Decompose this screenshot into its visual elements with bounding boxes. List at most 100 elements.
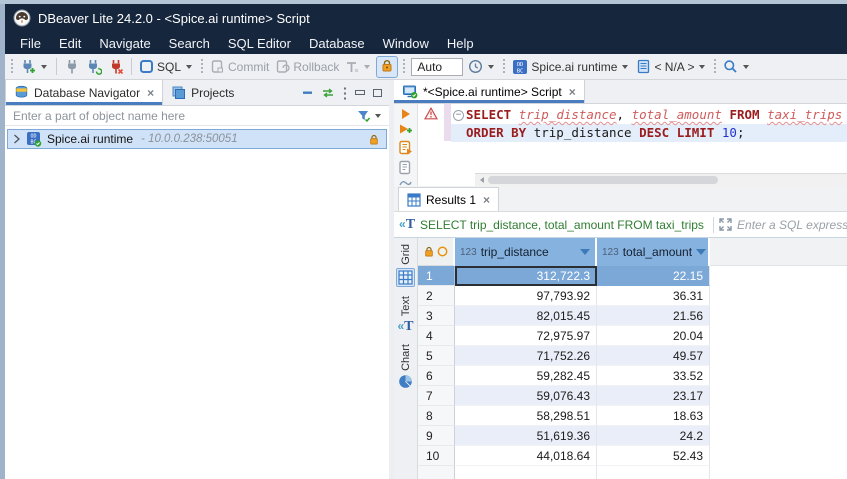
row-number[interactable]: 4 bbox=[418, 326, 455, 346]
menu-item-navigate[interactable]: Navigate bbox=[90, 36, 159, 51]
tab-projects[interactable]: Projects bbox=[163, 80, 242, 105]
row-number[interactable]: 1 bbox=[418, 266, 455, 286]
cell-total-amount[interactable]: 36.31 bbox=[597, 286, 710, 306]
cell-trip-distance[interactable]: 71,752.26 bbox=[455, 346, 597, 366]
connection-selector[interactable]: ODBC Spice.ai runtime bbox=[509, 57, 633, 77]
menu-item-window[interactable]: Window bbox=[374, 36, 438, 51]
empty-cell[interactable] bbox=[455, 466, 597, 479]
expander-chevron-icon[interactable] bbox=[13, 134, 21, 144]
scroll-left-button[interactable] bbox=[475, 174, 488, 186]
close-icon[interactable]: × bbox=[147, 86, 154, 100]
grid-row-2[interactable]: 297,793.9236.31 bbox=[418, 286, 847, 306]
menu-item-help[interactable]: Help bbox=[438, 36, 483, 51]
grid-presentation-icon[interactable] bbox=[396, 268, 415, 287]
grid-corner-cell[interactable] bbox=[418, 238, 455, 266]
cell-total-amount[interactable]: 33.52 bbox=[597, 366, 710, 386]
close-icon[interactable]: × bbox=[569, 85, 576, 99]
grid-row-8[interactable]: 858,298.5118.63 bbox=[418, 406, 847, 426]
text-presentation-icon[interactable]: «T bbox=[397, 319, 413, 335]
tab-grid-label[interactable]: Grid bbox=[400, 244, 412, 265]
title-bar[interactable]: DBeaver Lite 24.2.0 - <Spice.ai runtime>… bbox=[5, 4, 847, 32]
close-icon[interactable]: × bbox=[483, 193, 490, 207]
commit-button[interactable]: Commit bbox=[207, 57, 272, 76]
tab-chart-label[interactable]: Chart bbox=[400, 344, 412, 371]
toolbar-drag-handle[interactable] bbox=[200, 58, 204, 75]
maximize-view-icon[interactable] bbox=[373, 89, 382, 97]
sql-line-2[interactable]: ORDER BY trip_distance DESC LIMIT 10; bbox=[451, 124, 847, 142]
reconnect-button[interactable] bbox=[83, 57, 105, 77]
cell-total-amount[interactable]: 24.2 bbox=[597, 426, 710, 446]
toolbar-drag-handle[interactable] bbox=[713, 58, 717, 75]
tab-sql-script[interactable]: *<Spice.ai runtime> Script × bbox=[394, 80, 585, 103]
cell-total-amount[interactable]: 22.15 bbox=[597, 266, 710, 286]
dropdown-caret-icon[interactable] bbox=[375, 114, 381, 118]
empty-cell[interactable] bbox=[597, 466, 710, 479]
cell-trip-distance[interactable]: 72,975.97 bbox=[455, 326, 597, 346]
grid-row-4[interactable]: 472,975.9720.04 bbox=[418, 326, 847, 346]
connection-tree-item[interactable]: ODBC Spice.ai runtime - 10.0.0.238:50051 bbox=[7, 129, 387, 149]
sql-editor-button[interactable]: SQL bbox=[136, 57, 197, 76]
execute-script-button[interactable] bbox=[398, 140, 413, 155]
column-header-trip-distance[interactable]: 123 trip_distance bbox=[455, 238, 597, 266]
menu-item-database[interactable]: Database bbox=[300, 36, 374, 51]
row-number[interactable]: 2 bbox=[418, 286, 455, 306]
cell-total-amount[interactable]: 20.04 bbox=[597, 326, 710, 346]
grid-row-7[interactable]: 759,076.4323.17 bbox=[418, 386, 847, 406]
disconnect-button[interactable] bbox=[105, 57, 127, 77]
tab-database-navigator[interactable]: Database Navigator × bbox=[5, 80, 163, 105]
cell-total-amount[interactable]: 52.43 bbox=[597, 446, 710, 466]
menu-item-search[interactable]: Search bbox=[160, 36, 219, 51]
grid-row-5[interactable]: 571,752.2649.57 bbox=[418, 346, 847, 366]
schema-selector[interactable]: < N/A > bbox=[633, 57, 710, 76]
tab-results-1[interactable]: Results 1 × bbox=[398, 187, 499, 211]
scroll-thumb[interactable] bbox=[488, 176, 718, 184]
row-number[interactable]: 3 bbox=[418, 306, 455, 326]
cell-trip-distance[interactable]: 312,722.3 bbox=[455, 266, 597, 286]
commit-mode-combo[interactable]: Auto bbox=[411, 58, 463, 76]
chart-presentation-icon[interactable] bbox=[398, 374, 413, 389]
menu-item-edit[interactable]: Edit bbox=[50, 36, 90, 51]
cell-trip-distance[interactable]: 44,018.64 bbox=[455, 446, 597, 466]
new-connection-button[interactable] bbox=[17, 57, 52, 77]
toolbar-drag-handle[interactable] bbox=[402, 58, 406, 75]
cell-trip-distance[interactable]: 97,793.92 bbox=[455, 286, 597, 306]
sort-descending-icon[interactable] bbox=[580, 249, 590, 255]
menu-item-sql-editor[interactable]: SQL Editor bbox=[219, 36, 300, 51]
autocommit-lock-button[interactable] bbox=[376, 56, 398, 78]
editor-code-area[interactable]: − SELECT trip_distance, total_amount FRO… bbox=[451, 104, 847, 186]
row-number[interactable]: 9 bbox=[418, 426, 455, 446]
filter-expression-input[interactable]: Enter a SQL expression to bbox=[737, 218, 847, 232]
explain-plan-button[interactable] bbox=[398, 160, 413, 175]
object-filter-input[interactable]: Enter a part of object name here bbox=[13, 109, 185, 123]
link-with-editor-icon[interactable] bbox=[321, 87, 335, 99]
view-menu-icon[interactable] bbox=[343, 86, 347, 100]
cell-trip-distance[interactable]: 51,619.36 bbox=[455, 426, 597, 446]
tab-text-label[interactable]: Text bbox=[400, 296, 412, 316]
expand-panel-icon[interactable] bbox=[719, 218, 732, 231]
row-number[interactable]: 10 bbox=[418, 446, 455, 466]
row-number[interactable]: 7 bbox=[418, 386, 455, 406]
toolbar-drag-handle[interactable] bbox=[502, 58, 506, 75]
cell-total-amount[interactable]: 23.17 bbox=[597, 386, 710, 406]
sql-line-1[interactable]: − SELECT trip_distance, total_amount FRO… bbox=[451, 106, 847, 124]
filter-funnel-icon[interactable] bbox=[356, 109, 371, 123]
grid-row-3[interactable]: 382,015.4521.56 bbox=[418, 306, 847, 326]
row-number[interactable]: 8 bbox=[418, 406, 455, 426]
row-number[interactable]: 5 bbox=[418, 346, 455, 366]
grid-row-1[interactable]: 1312,722.322.15 bbox=[418, 266, 847, 286]
cell-total-amount[interactable]: 18.63 bbox=[597, 406, 710, 426]
collapse-all-icon[interactable] bbox=[302, 87, 313, 98]
minimize-view-icon[interactable] bbox=[355, 90, 365, 95]
grid-row-10[interactable]: 1044,018.6452.43 bbox=[418, 446, 847, 466]
rollback-button[interactable]: Rollback bbox=[272, 57, 342, 76]
execute-new-tab-button[interactable] bbox=[399, 124, 413, 135]
execute-statement-button[interactable] bbox=[402, 109, 410, 119]
cell-trip-distance[interactable]: 82,015.45 bbox=[455, 306, 597, 326]
sort-descending-icon[interactable] bbox=[696, 249, 706, 255]
toolbar-drag-handle[interactable] bbox=[10, 58, 14, 75]
menu-item-file[interactable]: File bbox=[11, 36, 50, 51]
row-number[interactable]: 6 bbox=[418, 366, 455, 386]
row-number[interactable] bbox=[418, 466, 455, 479]
cell-trip-distance[interactable]: 59,282.45 bbox=[455, 366, 597, 386]
transaction-log-button[interactable] bbox=[465, 57, 499, 76]
